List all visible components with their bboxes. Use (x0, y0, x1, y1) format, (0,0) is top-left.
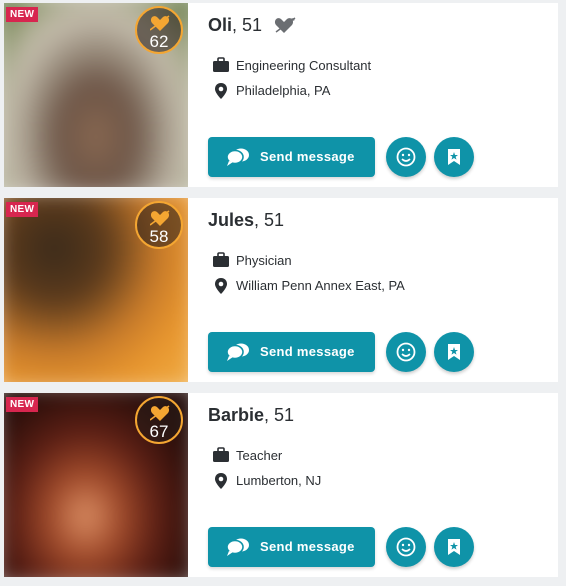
heart-arrow-icon (150, 15, 170, 31)
profile-card[interactable]: NEW 62 Oli, 51 Engineering Consultant Ph… (4, 3, 558, 187)
send-message-button[interactable]: Send message (208, 332, 375, 372)
smile-button[interactable] (386, 332, 426, 372)
favorite-heart-icon[interactable] (273, 16, 297, 39)
location-pin-icon (215, 278, 227, 294)
name-age: Barbie, 51 (208, 405, 294, 426)
send-message-button[interactable]: Send message (208, 527, 375, 567)
profile-photo[interactable]: NEW 67 (4, 393, 188, 577)
new-badge: NEW (6, 7, 39, 22)
bookmark-star-icon (448, 149, 460, 165)
location-text: Lumberton, NJ (236, 473, 322, 488)
match-score-badge: 58 (135, 201, 183, 249)
occupation-text: Teacher (236, 448, 283, 463)
location-pin-icon (215, 83, 227, 99)
profile-info: Oli, 51 Engineering Consultant Philadelp… (208, 3, 558, 187)
heart-arrow-icon (150, 210, 170, 226)
profile-card[interactable]: NEW 67 Barbie, 51 Teacher Lumberton, NJ … (4, 393, 558, 577)
profile-info: Barbie, 51 Teacher Lumberton, NJ Send me… (208, 393, 558, 577)
occupation-text: Physician (236, 253, 292, 268)
profile-card[interactable]: NEW 58 Jules, 51 Physician William Penn … (4, 198, 558, 382)
occupation-text: Engineering Consultant (236, 58, 372, 73)
new-badge: NEW (6, 397, 39, 412)
chat-bubbles-icon (226, 538, 249, 556)
bookmark-button[interactable] (434, 527, 474, 567)
bookmark-button[interactable] (434, 332, 474, 372)
send-message-button[interactable]: Send message (208, 137, 375, 177)
send-message-label: Send message (260, 539, 355, 554)
send-message-label: Send message (260, 149, 355, 164)
location-text: Philadelphia, PA (236, 83, 331, 98)
name-age: Jules, 51 (208, 210, 284, 231)
briefcase-icon (213, 447, 229, 462)
smiley-icon (396, 147, 416, 167)
profile-photo[interactable]: NEW 62 (4, 3, 188, 187)
chat-bubbles-icon (226, 343, 249, 361)
match-score: 67 (149, 422, 169, 441)
match-score: 58 (149, 227, 169, 246)
chat-bubbles-icon (226, 148, 249, 166)
match-score: 62 (149, 32, 169, 51)
profile-info: Jules, 51 Physician William Penn Annex E… (208, 198, 558, 382)
match-score-badge: 62 (135, 6, 183, 54)
bookmark-star-icon (448, 344, 460, 360)
new-badge: NEW (6, 202, 39, 217)
profile-name[interactable]: Jules (208, 210, 254, 230)
profile-name[interactable]: Oli (208, 15, 232, 35)
bookmark-star-icon (448, 539, 460, 555)
smiley-icon (396, 537, 416, 557)
smiley-icon (396, 342, 416, 362)
smile-button[interactable] (386, 527, 426, 567)
send-message-label: Send message (260, 344, 355, 359)
location-pin-icon (215, 473, 227, 489)
briefcase-icon (213, 252, 229, 267)
profile-age: , 51 (232, 15, 263, 35)
profile-name[interactable]: Barbie (208, 405, 264, 425)
location-text: William Penn Annex East, PA (236, 278, 405, 293)
name-age: Oli, 51 (208, 15, 297, 39)
profile-list: NEW 62 Oli, 51 Engineering Consultant Ph… (0, 0, 566, 586)
match-score-badge: 67 (135, 396, 183, 444)
briefcase-icon (213, 57, 229, 72)
profile-age: , 51 (264, 405, 295, 425)
heart-arrow-icon (150, 405, 170, 421)
smile-button[interactable] (386, 137, 426, 177)
bookmark-button[interactable] (434, 137, 474, 177)
profile-photo[interactable]: NEW 58 (4, 198, 188, 382)
profile-age: , 51 (254, 210, 285, 230)
